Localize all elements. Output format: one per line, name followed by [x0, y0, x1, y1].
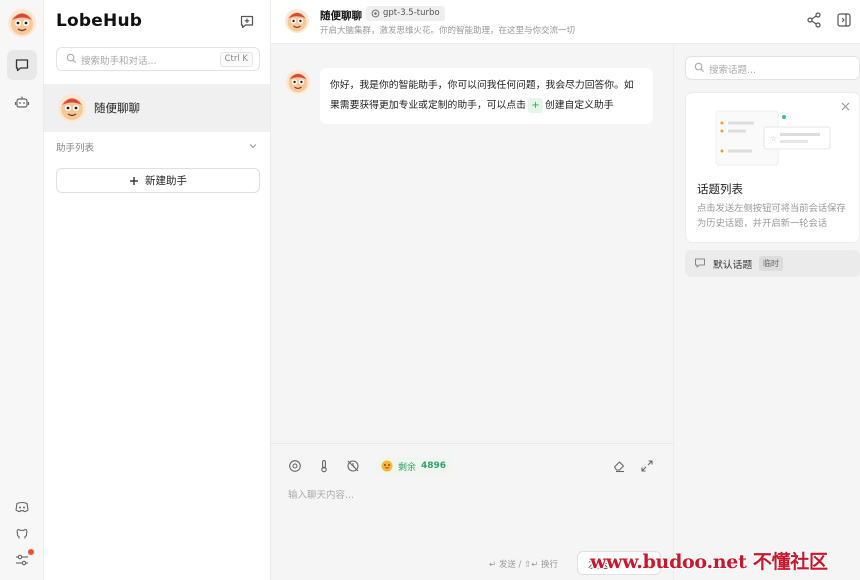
sessions-panel: LobeHub 搜索助手和对话... Ctrl K 随便聊聊 助手列表 新建助手: [44, 0, 271, 580]
close-guide-button[interactable]: [838, 99, 852, 113]
model-icon: [289, 460, 301, 472]
avatar-face-icon: [61, 98, 83, 120]
thermometer-icon: [321, 459, 327, 473]
chevron-down-icon: [249, 144, 257, 149]
avatar-face-icon: [11, 13, 33, 35]
chat-subtitle: 开启大脑集群，激发思维火花。你的智能助理，在这里与你交流一切: [320, 26, 576, 36]
session-item-active[interactable]: 随便聊聊: [44, 84, 270, 132]
topic-card-title: 话题列表: [697, 182, 743, 196]
github-icon: [16, 528, 28, 539]
chat-input-placeholder[interactable]: 输入聊天内容...: [288, 487, 354, 501]
token-value: 4896: [421, 461, 447, 471]
no-history-icon: [347, 460, 359, 472]
send-shortcut-hint: ↵ 发送 / ⇧↵ 换行: [489, 560, 559, 570]
create-assistant-chip[interactable]: +: [527, 98, 543, 113]
model-icon: [371, 9, 380, 18]
settings-button[interactable]: [7, 545, 37, 575]
temperature-button[interactable]: [315, 457, 333, 475]
session-name: 随便聊聊: [94, 101, 140, 115]
assistant-message-bubble: 你好，我是你的智能助手，你可以问我任何问题，我会尽力回答你。如果需要获得更加专业…: [320, 68, 653, 124]
share-button[interactable]: [805, 11, 825, 31]
temporary-tag: 临时: [759, 256, 783, 271]
default-topic-item[interactable]: 默认话题 临时: [685, 250, 860, 277]
avatar-face-icon: [288, 73, 308, 93]
topic-guide-card: ☆ 话题列表 点击发送左侧按钮可将当前会话保存为历史话题，并开启新一轮会话: [685, 92, 860, 243]
svg-text:☆: ☆: [770, 134, 777, 143]
search-icon: [694, 62, 705, 73]
avatar-face-icon: [287, 12, 307, 32]
search-icon: [66, 53, 77, 64]
chat-icon: [15, 59, 29, 72]
topic-icon: [695, 258, 705, 268]
new-assistant-label: 新建助手: [145, 175, 187, 187]
clear-messages-button[interactable]: [610, 457, 628, 475]
search-placeholder: 搜索助手和对话...: [81, 56, 157, 67]
topic-card-description: 点击发送左侧按钮可将当前会话保存为历史话题，并开启新一轮会话: [697, 203, 846, 229]
history-limit-button[interactable]: [344, 457, 362, 475]
model-tag[interactable]: gpt-3.5-turbo: [366, 6, 445, 21]
group-label: 助手列表: [56, 143, 95, 154]
new-topic-icon: [240, 15, 254, 29]
github-button[interactable]: [7, 518, 37, 548]
chat-nav-button[interactable]: [7, 50, 37, 80]
new-chat-button[interactable]: [236, 11, 258, 33]
session-avatar: [58, 94, 86, 122]
conversation-area: 随便聊聊 gpt-3.5-turbo 开启大脑集群，激发思维火花。你的智能助理，…: [271, 0, 860, 580]
app-brand: LobeHub: [56, 11, 143, 31]
new-assistant-button[interactable]: 新建助手: [56, 168, 260, 193]
model-switch-button[interactable]: [286, 457, 304, 475]
market-nav-button[interactable]: [7, 87, 37, 117]
robot-icon: [14, 96, 30, 108]
discord-icon: [15, 501, 29, 513]
settings-icon: [16, 554, 28, 566]
search-shortcut: Ctrl K: [219, 52, 253, 67]
token-counter: 剩余 4896: [375, 457, 453, 475]
chat-title: 随便聊聊: [320, 10, 362, 22]
topic-search-input[interactable]: 搜索话题...: [685, 56, 860, 80]
assistant-group-header[interactable]: 助手列表: [56, 140, 260, 154]
default-topic-label: 默认话题: [713, 260, 753, 271]
message-text-end: 创建自定义助手: [544, 100, 614, 111]
notification-dot: [28, 549, 34, 555]
topics-panel: 搜索话题... ☆ 话题列表 点击发送左侧按钮可将当前会话保存为历史话题，并开启…: [673, 44, 860, 580]
model-name: gpt-3.5-turbo: [383, 8, 440, 18]
emoji-icon: [381, 460, 393, 472]
topic-search-placeholder: 搜索话题...: [709, 65, 757, 76]
panel-icon: [837, 13, 851, 27]
expand-icon: [641, 460, 653, 472]
close-icon: [841, 102, 849, 110]
chat-avatar[interactable]: [285, 9, 309, 33]
session-search-input[interactable]: 搜索助手和对话... Ctrl K: [56, 47, 260, 71]
chat-header: 随便聊聊 gpt-3.5-turbo 开启大脑集群，激发思维火花。你的智能助理，…: [271, 0, 860, 44]
user-avatar[interactable]: [8, 9, 36, 37]
topic-illustration-icon: ☆: [715, 110, 831, 166]
assistant-message-avatar: [286, 70, 310, 94]
share-icon: [807, 12, 821, 28]
plus-icon: [130, 176, 138, 185]
toggle-topic-panel-button[interactable]: [835, 11, 855, 31]
expand-input-button[interactable]: [638, 457, 656, 475]
clear-icon: [613, 461, 625, 473]
token-label: 剩余: [398, 462, 417, 473]
icon-rail: [0, 0, 44, 580]
site-watermark: www.budoo.net 不懂社区: [590, 551, 828, 573]
